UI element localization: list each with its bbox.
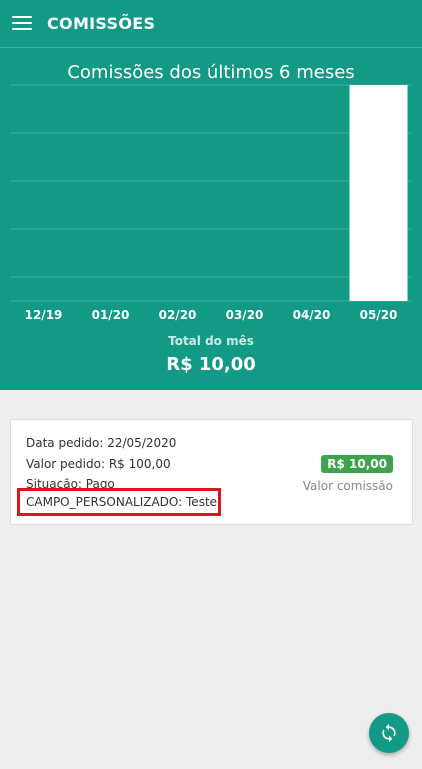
x-tick-label: 05/20: [360, 308, 398, 322]
x-tick-label: 02/20: [159, 308, 197, 322]
commissions-chart-panel: 12/19 01/20 02/20 03/20 04/20 05/20 Comissões…: [0, 48, 422, 390]
x-tick-label: 03/20: [226, 308, 264, 322]
x-tick-label: 01/20: [92, 308, 130, 322]
highlight-box: [17, 488, 221, 516]
order-date: Data pedido: 22/05/2020: [26, 436, 177, 450]
month-total-label: Total do mês: [168, 334, 254, 348]
app-bar: COMISSÕES: [0, 0, 422, 48]
refresh-icon: [382, 723, 396, 743]
commission-amount-label: Valor comissão: [302, 479, 393, 493]
commission-card[interactable]: Data pedido: 22/05/2020 Valor pedido: R$…: [10, 419, 413, 525]
chart-title: Comissões dos últimos 6 meses: [67, 62, 355, 83]
x-tick-label: 12/19: [25, 308, 63, 322]
x-tick-label: 04/20: [293, 308, 331, 322]
commission-amount-badge: R$ 10,00: [321, 455, 393, 473]
page-title: COMISSÕES: [47, 14, 156, 33]
hamburger-menu-icon[interactable]: [12, 16, 32, 30]
month-total-value: R$ 10,00: [166, 354, 256, 375]
bar-05/20[interactable]: [349, 85, 408, 301]
refresh-button[interactable]: [369, 713, 409, 753]
order-value: Valor pedido: R$ 100,00: [26, 457, 171, 471]
